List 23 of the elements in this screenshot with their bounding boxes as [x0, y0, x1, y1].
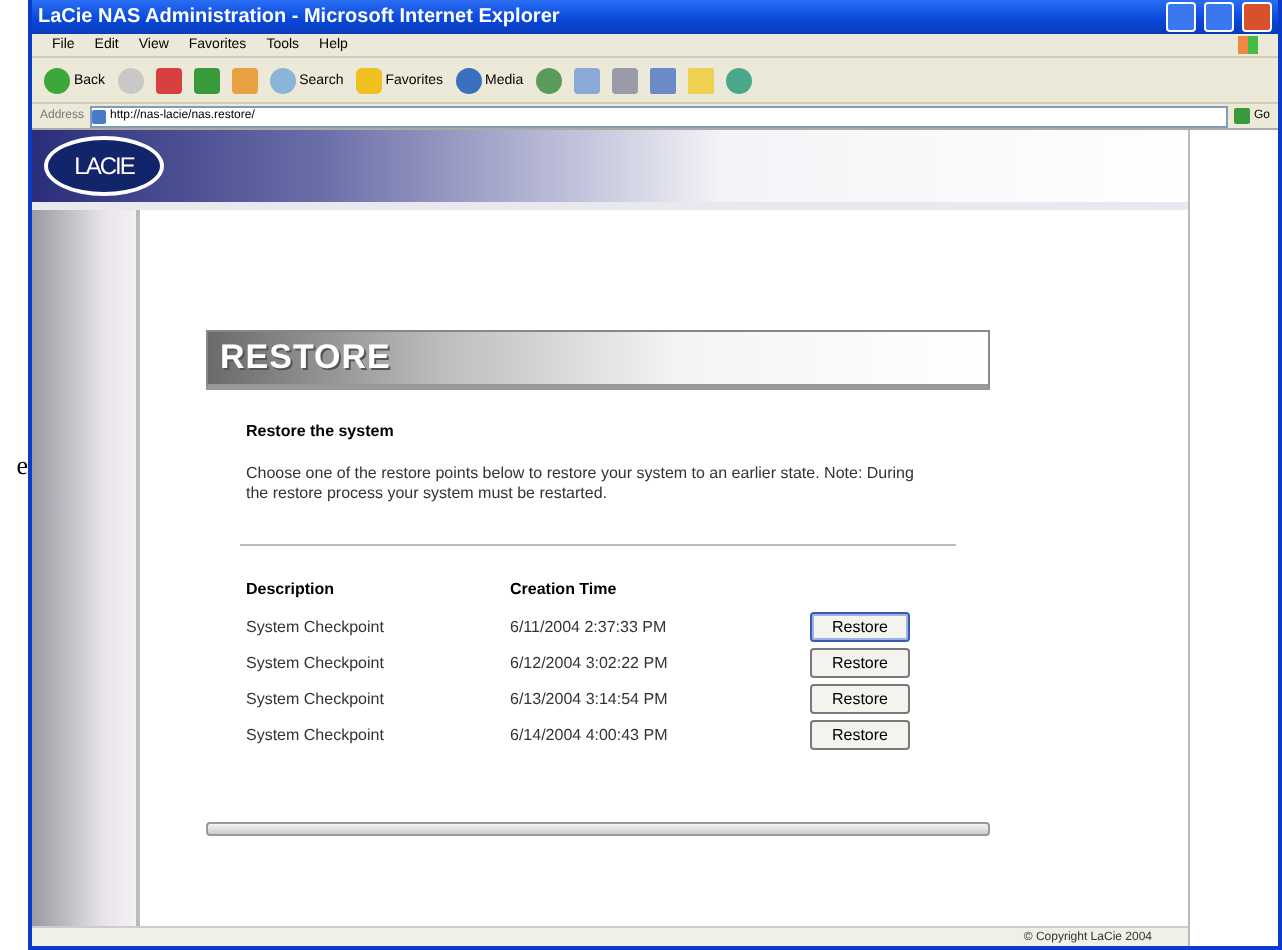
table-cell-text: System Checkpoint — [246, 654, 386, 672]
table-cell-text: 6/11/2004 2:37:33 PM — [510, 618, 669, 636]
restore-button[interactable]: Restore — [810, 648, 910, 678]
restore-button[interactable]: Restore — [810, 684, 910, 714]
close-button[interactable] — [1242, 2, 1272, 32]
restore-button[interactable]: Restore — [810, 612, 910, 642]
table-cell-text: 6/12/2004 3:02:22 PM — [510, 654, 670, 672]
table-cell-text: System Checkpoint — [246, 690, 386, 708]
restore-button[interactable]: Restore — [810, 720, 910, 750]
column-header: Description — [246, 580, 337, 602]
column-header: Creation Time — [510, 580, 619, 602]
maximize-button[interactable] — [1204, 2, 1234, 32]
minimize-button[interactable] — [1166, 2, 1196, 32]
window-title: LaCie NAS Administration - Microsoft Internet Explorer — [38, 6, 562, 28]
table-cell-text: 6/13/2004 3:14:54 PM — [510, 690, 670, 708]
stray-letter: e — [16, 449, 28, 481]
instructions-text: Choose one of the restore points below to restore your system to an earlier state. Note: During the restore process your system must be restarted. — [246, 464, 916, 504]
section-heading: Restore the system — [246, 422, 396, 440]
table-cell-text: System Checkpoint — [246, 618, 386, 636]
table-cell-text: 6/14/2004 4:00:43 PM — [510, 726, 670, 744]
logo: LACIE — [44, 136, 164, 196]
table-cell-text: System Checkpoint — [246, 726, 386, 744]
panel-title: RESTORE — [220, 338, 391, 378]
